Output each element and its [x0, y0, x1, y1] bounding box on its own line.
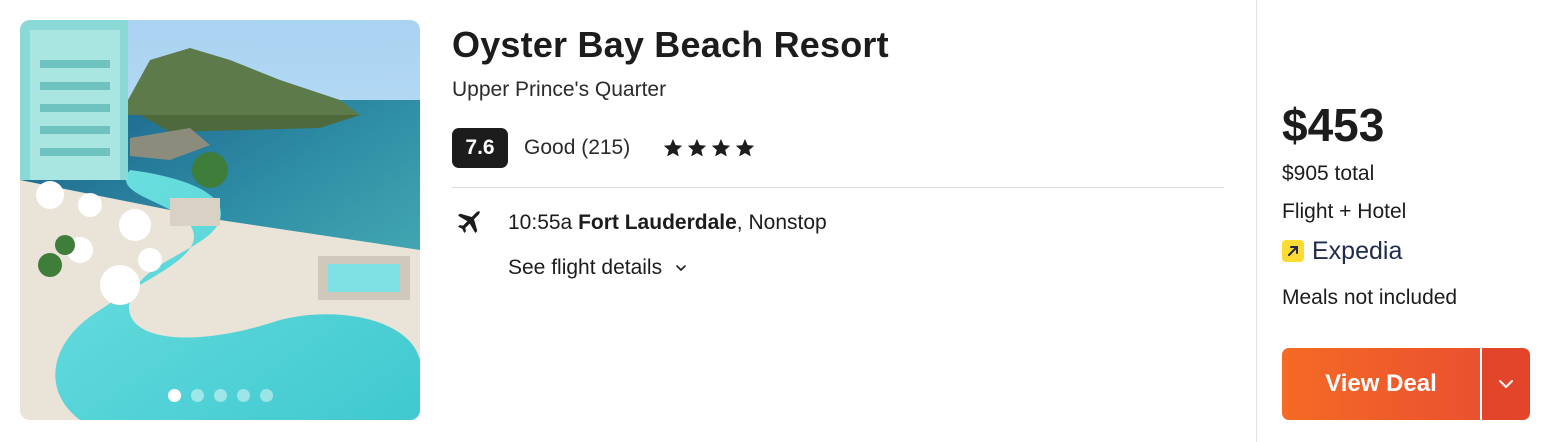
- flight-row: 10:55a Fort Lauderdale, Nonstop: [452, 206, 827, 240]
- star-icon: [712, 138, 731, 157]
- see-flight-details-link[interactable]: See flight details: [508, 256, 688, 280]
- carousel-dot[interactable]: [259, 389, 273, 402]
- star-rating: [662, 137, 756, 159]
- flight-separator: ,: [736, 211, 743, 234]
- flight-summary: 10:55a Fort Lauderdale, Nonstop: [508, 211, 827, 235]
- score-badge: 7.6: [452, 128, 508, 168]
- carousel-dot[interactable]: [236, 389, 250, 402]
- star-icon: [664, 138, 683, 157]
- star-icon: [688, 138, 707, 157]
- resort-image: [20, 20, 420, 420]
- carousel-dot[interactable]: [213, 389, 227, 402]
- carousel-dot[interactable]: [167, 389, 181, 402]
- more-deals-button[interactable]: [1482, 348, 1530, 420]
- chevron-down-icon: [1499, 380, 1513, 388]
- hotel-name[interactable]: Oyster Bay Beach Resort: [452, 24, 889, 66]
- details-label: See flight details: [508, 256, 663, 279]
- price-panel: $453 $905 total Flight + Hotel Expedia M…: [1282, 0, 1532, 442]
- plane-icon: [458, 211, 480, 233]
- package-type: Flight + Hotel: [1282, 200, 1407, 223]
- carousel-dot[interactable]: [190, 389, 204, 402]
- provider: Expedia: [1282, 236, 1402, 266]
- rating-row: 7.6 Good (215): [452, 128, 756, 168]
- price-total: $905 total: [1282, 162, 1375, 185]
- photo-carousel-dots: [20, 389, 420, 402]
- chevron-down-icon: [676, 265, 686, 271]
- flight-stops: Nonstop: [748, 211, 827, 234]
- divider: [452, 187, 1224, 188]
- view-deal-button[interactable]: View Deal: [1282, 348, 1480, 420]
- provider-name: Expedia: [1312, 236, 1403, 265]
- price-per-person: $453: [1282, 99, 1385, 151]
- flight-origin: Fort Lauderdale: [578, 211, 737, 234]
- hotel-location: Upper Prince's Quarter: [452, 78, 667, 101]
- star-icon: [736, 138, 755, 157]
- hotel-info: Oyster Bay Beach Resort Upper Prince's Q…: [452, 20, 1224, 420]
- column-separator: [1256, 0, 1257, 442]
- meals-info: Meals not included: [1282, 286, 1458, 309]
- deal-button-group: View Deal: [1282, 348, 1532, 420]
- result-card: Oyster Bay Beach Resort Upper Prince's Q…: [0, 0, 1550, 442]
- expedia-logo-icon: [1282, 240, 1304, 262]
- hotel-photo[interactable]: [20, 20, 420, 420]
- review-summary: Good (215): [524, 136, 631, 159]
- flight-time: 10:55a: [508, 211, 573, 234]
